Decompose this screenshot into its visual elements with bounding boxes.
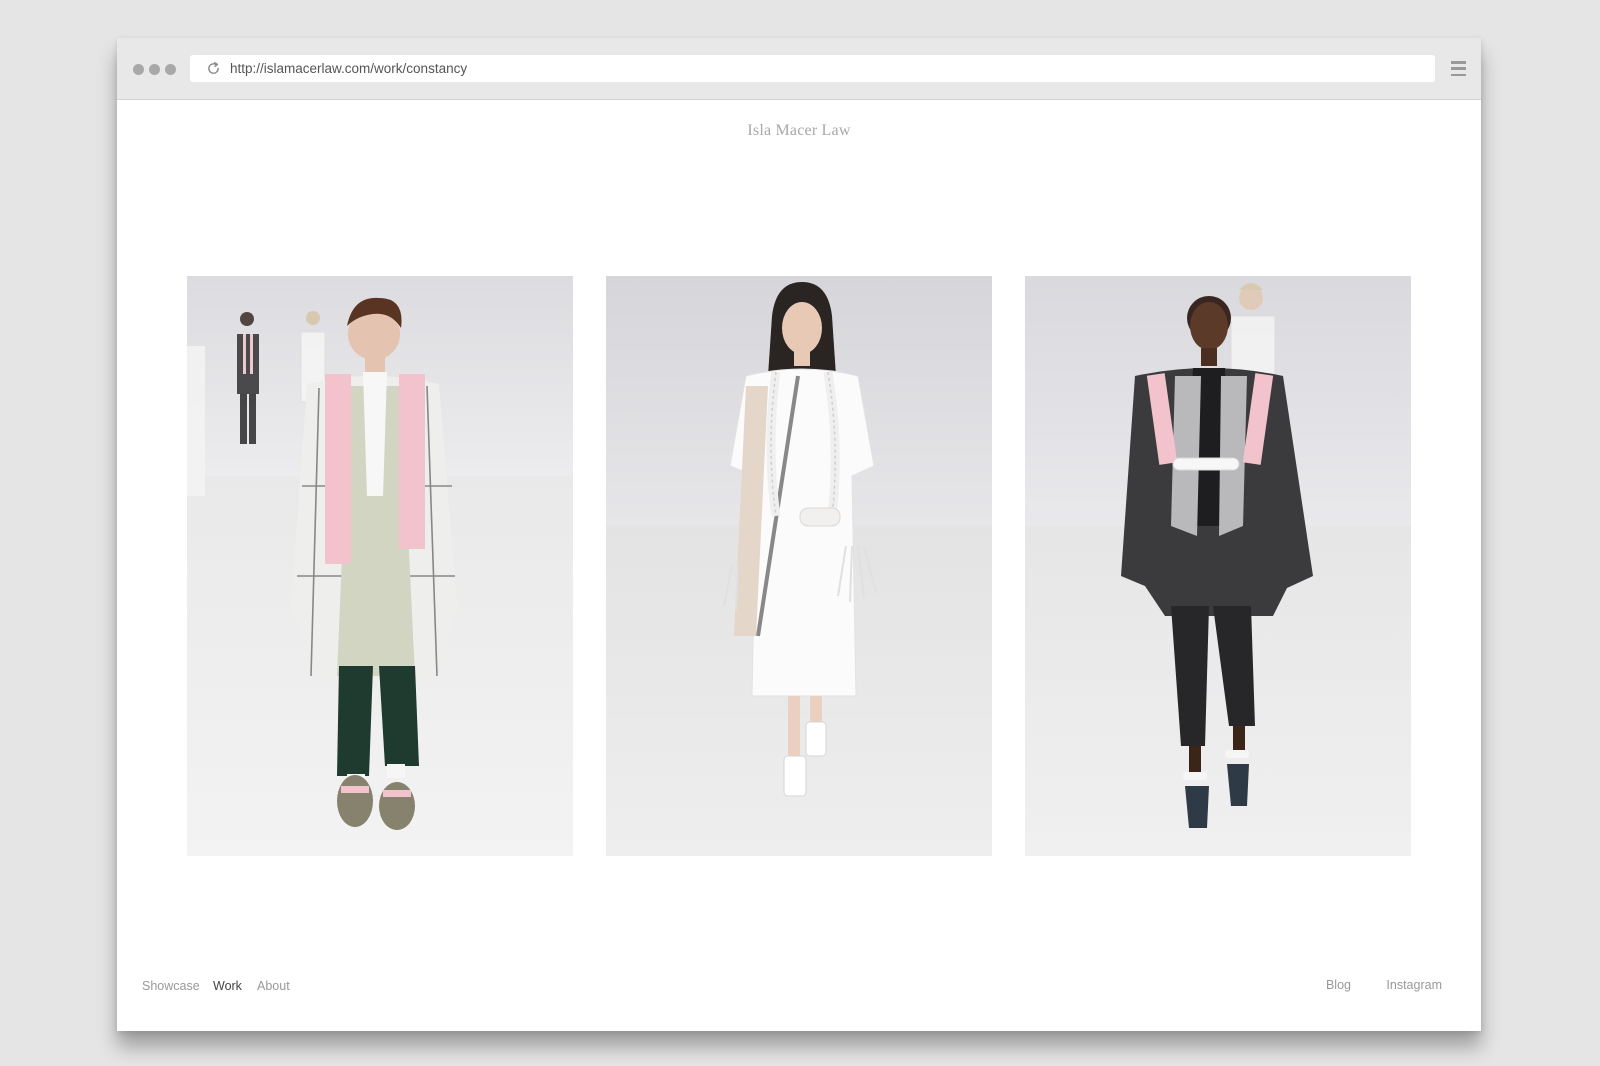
address-bar[interactable]: http://islamacerlaw.com/work/constancy — [190, 55, 1435, 82]
runway-photo-white-dress — [606, 276, 992, 856]
nav-blog[interactable]: Blog — [1326, 978, 1351, 992]
browser-menu-icon[interactable] — [1451, 61, 1466, 76]
runway-photo-charcoal-blazer — [1025, 276, 1411, 856]
gallery-photo-2[interactable] — [606, 276, 992, 856]
window-dot-icon[interactable] — [165, 64, 176, 75]
photo-gallery — [187, 276, 1411, 856]
nav-showcase[interactable]: Showcase — [142, 979, 200, 993]
nav-about[interactable]: About — [257, 979, 290, 993]
gallery-photo-3[interactable] — [1025, 276, 1411, 856]
reload-icon[interactable] — [206, 61, 221, 76]
browser-window: http://islamacerlaw.com/work/constancy I… — [117, 38, 1481, 1031]
url-text[interactable]: http://islamacerlaw.com/work/constancy — [230, 55, 467, 82]
browser-toolbar: http://islamacerlaw.com/work/constancy — [117, 38, 1481, 100]
nav-instagram[interactable]: Instagram — [1386, 978, 1442, 992]
runway-photo-menswear — [187, 276, 573, 856]
nav-work[interactable]: Work — [213, 979, 242, 993]
window-dot-icon[interactable] — [149, 64, 160, 75]
window-dot-icon[interactable] — [133, 64, 144, 75]
site-title[interactable]: Isla Macer Law — [117, 122, 1481, 140]
gallery-photo-1[interactable] — [187, 276, 573, 856]
window-controls — [133, 64, 176, 75]
